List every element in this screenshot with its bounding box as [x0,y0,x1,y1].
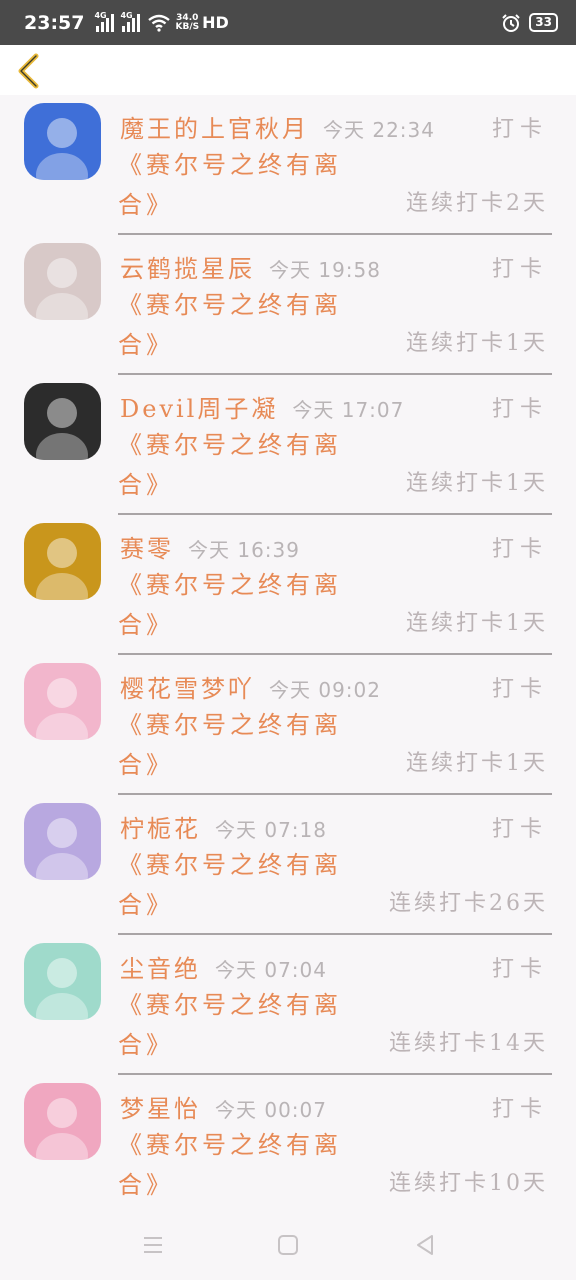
user-name: 魔王的上官秋月 今天 22:34 [120,115,435,143]
checkin-button[interactable]: 打卡 [492,391,548,423]
checkin-time: 今天 00:07 [215,1098,327,1122]
home-icon[interactable] [275,1232,301,1258]
checkin-streak: 连续打卡1天 [406,611,548,636]
top-app-bar [0,45,576,95]
checkin-list: 魔王的上官秋月 今天 22:34 打卡 《赛尔号之终有离合》 连续打卡2天 云鹤揽… [0,95,576,1215]
user-name: 梦星怡 今天 00:07 [120,1095,327,1123]
checkin-streak: 连续打卡10天 [389,1171,548,1196]
avatar[interactable] [24,803,101,880]
book-title: 《赛尔号之终有离合》 [118,291,342,359]
list-item[interactable]: 魔王的上官秋月 今天 22:34 打卡 《赛尔号之终有离合》 连续打卡2天 [0,95,576,235]
book-title: 《赛尔号之终有离合》 [118,431,342,499]
checkin-button[interactable]: 打卡 [492,531,548,563]
checkin-streak: 连续打卡1天 [406,471,548,496]
list-item[interactable]: 梦星怡 今天 00:07 打卡 《赛尔号之终有离合》 连续打卡10天 [0,1075,576,1215]
checkin-button[interactable]: 打卡 [492,251,548,283]
book-title: 《赛尔号之终有离合》 [118,571,342,639]
avatar[interactable] [24,943,101,1020]
checkin-button[interactable]: 打卡 [492,671,548,703]
system-navigation-bar [0,1210,576,1280]
network-speed: 34.0 KB/S [175,12,200,32]
book-title: 《赛尔号之终有离合》 [118,851,342,919]
alarm-icon [502,13,521,32]
chevron-left-icon [18,53,39,89]
list-item[interactable]: 樱花雪梦吖 今天 09:02 打卡 《赛尔号之终有离合》 连续打卡1天 [0,655,576,795]
user-name: 尘音绝 今天 07:04 [120,955,327,983]
checkin-button[interactable]: 打卡 [492,111,548,143]
avatar[interactable] [24,663,101,740]
checkin-time: 今天 07:04 [215,958,327,982]
back-button[interactable] [12,51,50,91]
wifi-icon [148,14,171,32]
list-item[interactable]: 柠栀花 今天 07:18 打卡 《赛尔号之终有离合》 连续打卡26天 [0,795,576,935]
book-title: 《赛尔号之终有离合》 [118,151,342,219]
avatar[interactable] [24,103,101,180]
checkin-time: 今天 16:39 [188,538,300,562]
checkin-streak: 连续打卡1天 [406,751,548,776]
user-name: 柠栀花 今天 07:18 [120,815,327,843]
user-name: Devil周子凝 今天 17:07 [120,395,405,423]
checkin-time: 今天 19:58 [269,258,381,282]
book-title: 《赛尔号之终有离合》 [118,711,342,779]
back-triangle-icon[interactable] [412,1232,438,1258]
list-item[interactable]: 尘音绝 今天 07:04 打卡 《赛尔号之终有离合》 连续打卡14天 [0,935,576,1075]
checkin-streak: 连续打卡14天 [389,1031,548,1056]
avatar[interactable] [24,1083,101,1160]
battery-icon: 33 [529,13,558,32]
checkin-time: 今天 07:18 [215,818,327,842]
list-item[interactable]: 赛零 今天 16:39 打卡 《赛尔号之终有离合》 连续打卡1天 [0,515,576,655]
signal-icon: 4G [94,11,115,32]
checkin-time: 今天 09:02 [269,678,381,702]
book-title: 《赛尔号之终有离合》 [118,991,342,1059]
list-item[interactable]: Devil周子凝 今天 17:07 打卡 《赛尔号之终有离合》 连续打卡1天 [0,375,576,515]
checkin-button[interactable]: 打卡 [492,811,548,843]
menu-icon[interactable] [140,1232,166,1258]
user-name: 樱花雪梦吖 今天 09:02 [120,675,381,703]
avatar[interactable] [24,383,101,460]
book-title: 《赛尔号之终有离合》 [118,1131,342,1199]
checkin-button[interactable]: 打卡 [492,1091,548,1123]
signal-icon: 4G [120,11,141,32]
list-item[interactable]: 云鹤揽星辰 今天 19:58 打卡 《赛尔号之终有离合》 连续打卡1天 [0,235,576,375]
checkin-streak: 连续打卡26天 [389,891,548,916]
user-name: 赛零 今天 16:39 [120,535,300,563]
avatar[interactable] [24,523,101,600]
checkin-time: 今天 17:07 [292,398,405,422]
hd-indicator: HD [202,13,229,32]
status-bar: 23:57 4G 4G 34.0 KB/S HD 33 [0,0,576,45]
checkin-streak: 连续打卡1天 [406,331,548,356]
clock: 23:57 [24,11,85,34]
checkin-streak: 连续打卡2天 [406,191,548,216]
user-name: 云鹤揽星辰 今天 19:58 [120,255,381,283]
avatar[interactable] [24,243,101,320]
checkin-time: 今天 22:34 [323,118,435,142]
checkin-button[interactable]: 打卡 [492,951,548,983]
